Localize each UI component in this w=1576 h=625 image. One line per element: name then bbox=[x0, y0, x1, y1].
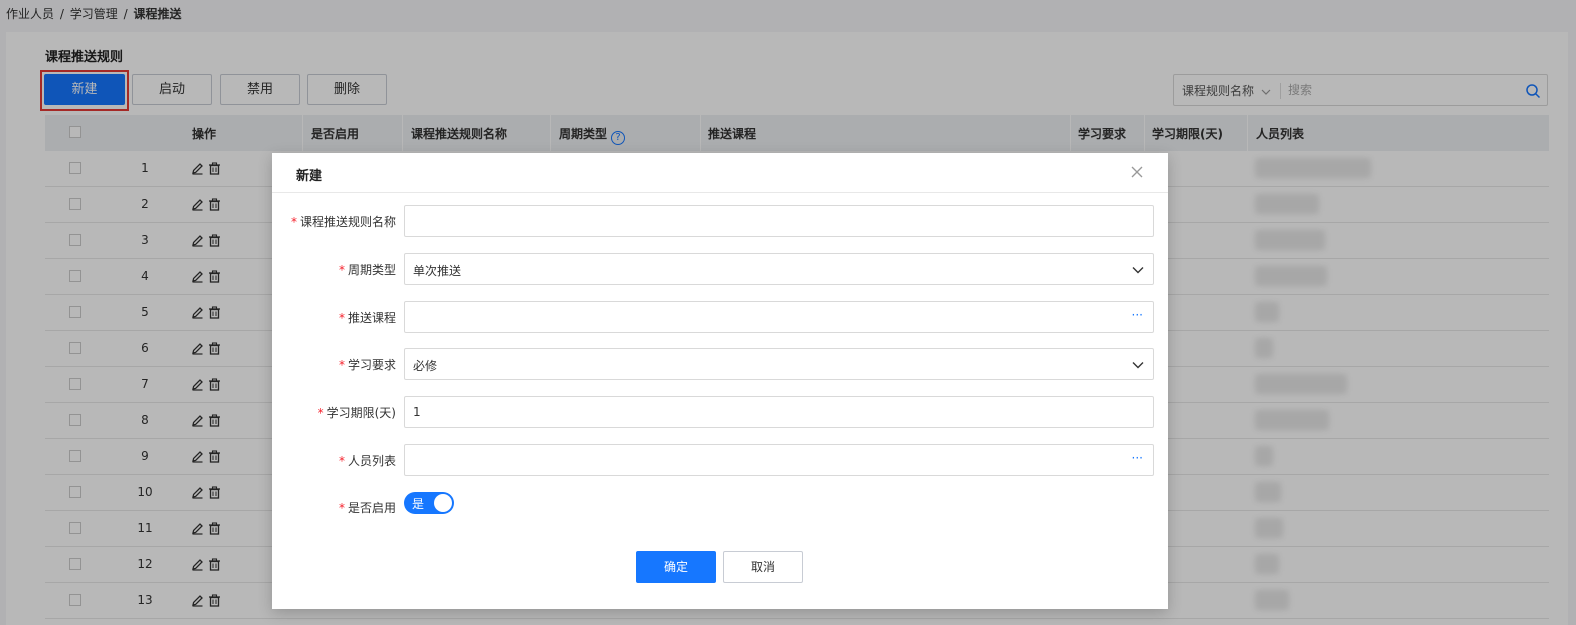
required-mark: * bbox=[338, 263, 345, 277]
cycle-type-select[interactable]: 单次推送 bbox=[404, 253, 1154, 285]
required-mark: * bbox=[338, 358, 345, 372]
dialog-title: 新建 bbox=[296, 169, 323, 184]
dialog-header: 新建 bbox=[272, 153, 1168, 193]
study-requirement-select[interactable]: 必修 bbox=[404, 348, 1154, 380]
rule-name-field[interactable] bbox=[404, 205, 1154, 237]
cycle-type-value: 单次推送 bbox=[413, 264, 462, 278]
cancel-button[interactable]: 取消 bbox=[723, 551, 803, 583]
enabled-toggle[interactable]: 是 bbox=[404, 492, 454, 514]
enabled-label: * 是否启用 bbox=[272, 499, 396, 516]
study-requirement-value: 必修 bbox=[413, 359, 438, 373]
push-course-label-text: 推送课程 bbox=[347, 311, 396, 325]
study-deadline-input[interactable]: 1 bbox=[404, 396, 1154, 428]
push-course-field[interactable]: ··· bbox=[404, 301, 1154, 333]
chevron-down-icon bbox=[1132, 362, 1144, 369]
cycle-type-label-text: 周期类型 bbox=[347, 263, 396, 277]
chevron-down-icon bbox=[1132, 267, 1144, 274]
required-mark: * bbox=[338, 454, 345, 468]
study-deadline-label: * 学习期限(天) bbox=[272, 404, 396, 421]
close-icon[interactable] bbox=[1130, 165, 1144, 179]
required-mark: * bbox=[317, 406, 324, 420]
confirm-button[interactable]: 确定 bbox=[636, 551, 716, 583]
study-requirement-label: * 学习要求 bbox=[272, 356, 396, 373]
person-list-label: * 人员列表 bbox=[272, 452, 396, 469]
required-mark: * bbox=[338, 311, 345, 325]
push-course-label: * 推送课程 bbox=[272, 309, 396, 326]
required-mark: * bbox=[290, 215, 297, 229]
toggle-knob bbox=[434, 494, 452, 512]
cycle-type-label: * 周期类型 bbox=[272, 261, 396, 278]
required-mark: * bbox=[338, 501, 345, 515]
new-rule-dialog: 新建 * 课程推送规则名称 * 周期类型 单次推送 * 推送课程 ··· * 学习要求 … bbox=[272, 153, 1168, 609]
person-list-label-text: 人员列表 bbox=[347, 454, 396, 468]
enabled-label-text: 是否启用 bbox=[347, 501, 396, 515]
study-requirement-label-text: 学习要求 bbox=[347, 358, 396, 372]
study-deadline-label-text: 学习期限(天) bbox=[326, 406, 396, 420]
rule-name-label-text: 课程推送规则名称 bbox=[299, 215, 396, 229]
toggle-label: 是 bbox=[412, 497, 425, 511]
rule-name-label: * 课程推送规则名称 bbox=[272, 213, 396, 230]
more-icon[interactable]: ··· bbox=[1132, 308, 1143, 322]
more-icon[interactable]: ··· bbox=[1132, 451, 1143, 465]
study-deadline-value: 1 bbox=[413, 405, 421, 419]
person-list-field[interactable]: ··· bbox=[404, 444, 1154, 476]
